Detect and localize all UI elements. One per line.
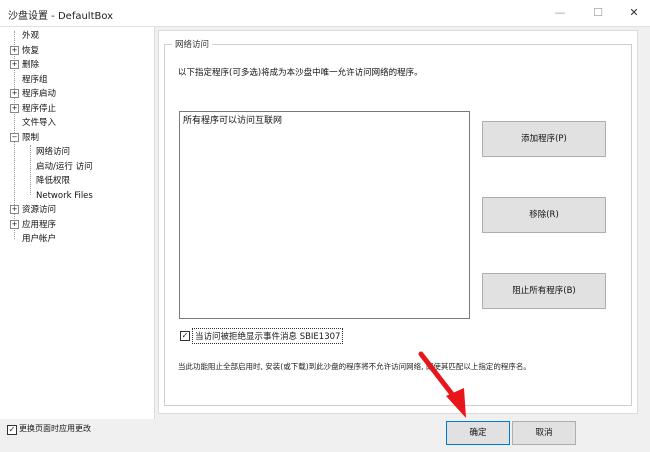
annotation-arrow-icon <box>418 351 466 418</box>
